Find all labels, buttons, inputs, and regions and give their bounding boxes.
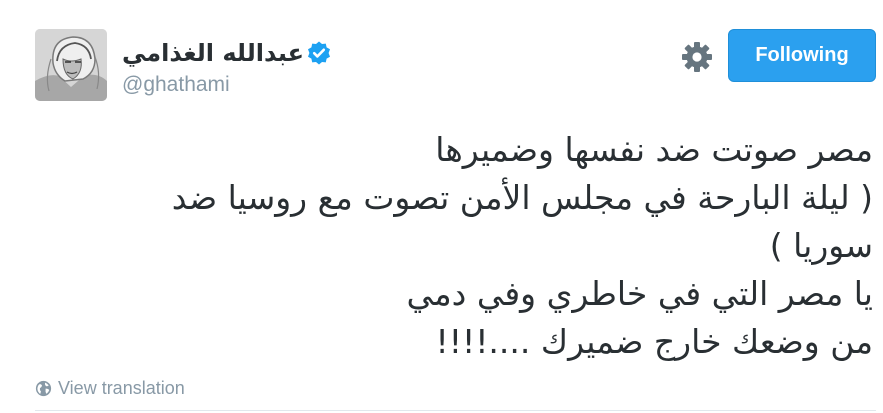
view-translation-link[interactable]: View translation	[35, 376, 185, 400]
tweet-line: من وضعك خارج ضميرك ....!!!!	[435, 322, 873, 361]
tweet-text: مصر صوتت ضد نفسها وضميرها ( ليلة البارحة…	[38, 126, 873, 366]
view-translation-label: View translation	[58, 377, 185, 398]
following-button[interactable]: Following	[728, 29, 876, 82]
tweet-line: سوريا )	[769, 226, 873, 265]
avatar-image	[35, 29, 107, 101]
globe-icon	[35, 380, 52, 397]
verified-badge-icon	[306, 40, 332, 66]
divider	[35, 410, 876, 411]
gear-icon[interactable]	[681, 41, 713, 73]
tweet-line: يا مصر التي في خاطري وفي دمي	[406, 274, 874, 313]
tweet-card: عبدالله الغذامي @ghathami Following مصر …	[0, 0, 883, 413]
tweet-line: مصر صوتت ضد نفسها وضميرها	[435, 130, 873, 169]
tweet-line: ( ليلة البارحة في مجلس الأمن تصوت مع روس…	[171, 178, 873, 217]
avatar[interactable]	[35, 29, 107, 101]
user-handle[interactable]: @ghathami	[122, 72, 230, 98]
name-row: عبدالله الغذامي	[122, 36, 332, 70]
display-name[interactable]: عبدالله الغذامي	[122, 36, 304, 70]
